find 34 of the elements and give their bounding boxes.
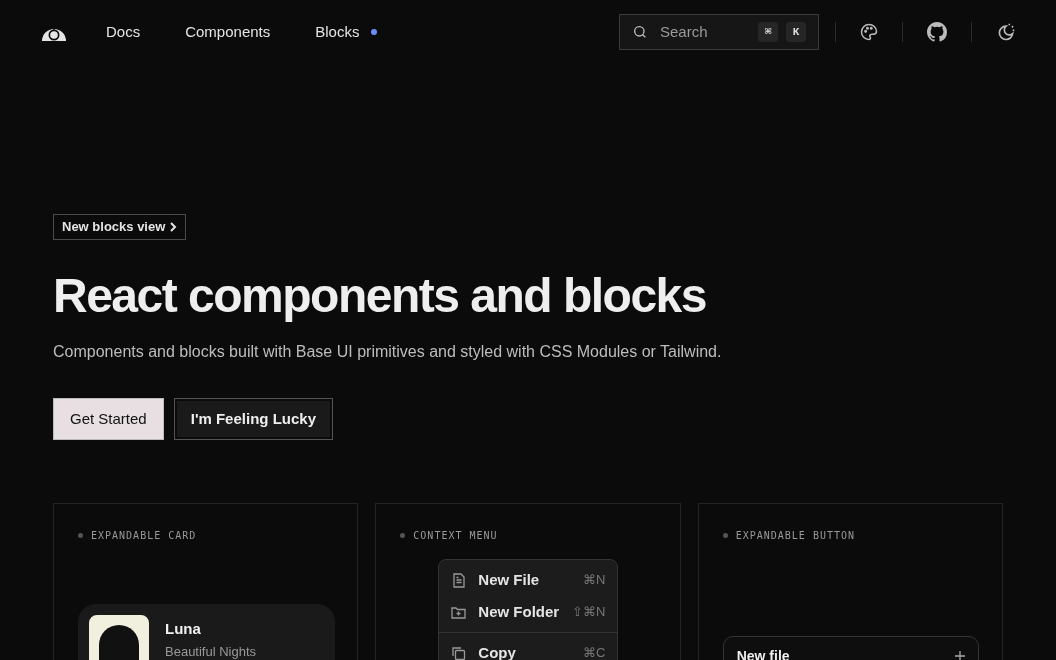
search-input[interactable]: Search [660, 20, 750, 44]
menu-item[interactable]: New Folder ⇧⌘N [439, 596, 618, 628]
shortcut-text: ⌘N [582, 571, 606, 590]
theme-toggle-icon[interactable] [996, 22, 1016, 42]
nav-link[interactable]: Docs [106, 20, 141, 44]
github-icon[interactable] [927, 22, 947, 42]
demo-label: CONTEXT MENU [413, 529, 498, 543]
demo-label: EXPANDABLE CARD [91, 529, 197, 543]
feeling-lucky-button[interactable]: I'm Feeling Lucky [173, 398, 333, 440]
expandable-button[interactable]: New file [722, 636, 979, 660]
palette-icon[interactable] [860, 23, 878, 41]
shortcut-text: ⇧⌘N [571, 603, 606, 622]
get-started-button[interactable]: Get Started [53, 398, 164, 440]
menu-item[interactable]: Copy ⌘C [439, 637, 618, 660]
search-icon [632, 24, 648, 40]
file-icon [451, 572, 466, 588]
album-title: Luna [165, 619, 202, 639]
new-blocks-link[interactable]: New blocks view [53, 214, 187, 240]
search-bar[interactable]: Search ⌘ K [619, 14, 819, 50]
album-card[interactable]: Luna Beautiful Nights [78, 604, 335, 660]
hero-title: React components and blocks [53, 268, 707, 324]
folder-plus-icon [451, 605, 467, 619]
nav-link[interactable]: Blocks [315, 20, 360, 44]
copy-icon [451, 645, 467, 660]
shortcut-text: ⌘C [582, 644, 606, 660]
chevron-right-icon [169, 222, 178, 232]
nav-link[interactable]: Components [185, 20, 271, 44]
shortcut-key: ⌘ [758, 22, 778, 42]
hero-subtitle: Components and blocks built with Base UI primitives and styled with CSS Modules or Tailwind. [53, 342, 723, 362]
menu-item[interactable]: New File ⌘N [439, 564, 618, 596]
shortcut-key: K [786, 22, 806, 42]
demo-label: EXPANDABLE BUTTON [735, 529, 855, 543]
album-subtitle: Beautiful Nights [165, 642, 257, 660]
plus-icon [954, 651, 965, 660]
